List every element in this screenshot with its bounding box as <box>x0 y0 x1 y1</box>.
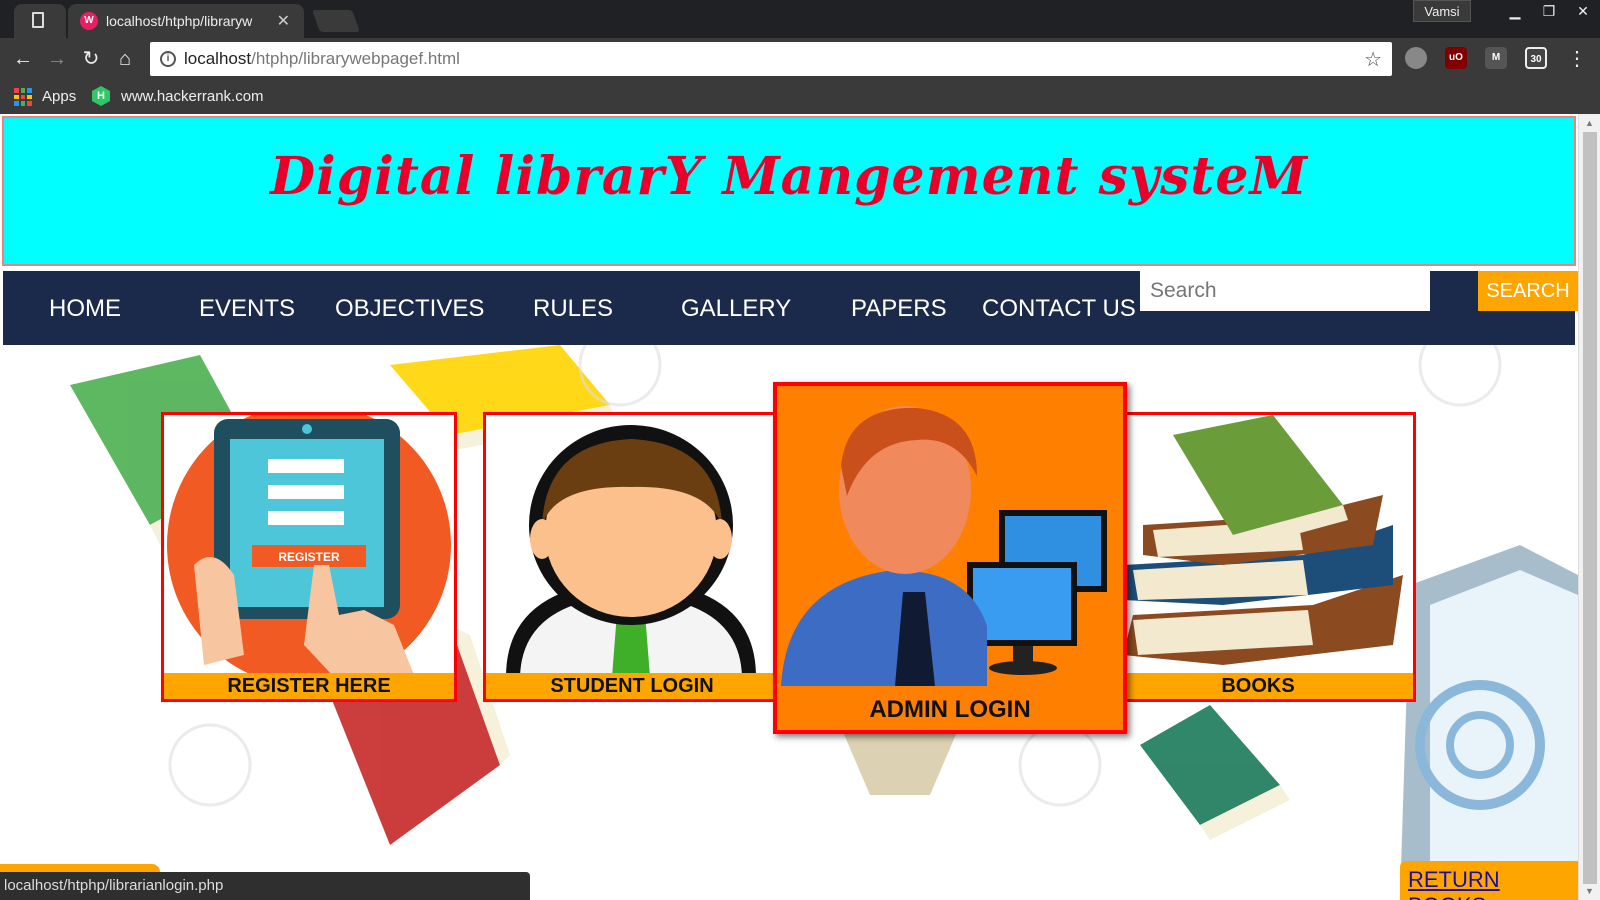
extension-cloud-icon[interactable] <box>1405 47 1427 69</box>
back-arrow-icon[interactable]: ← <box>10 46 36 72</box>
restore-icon[interactable]: ❐ <box>1532 0 1566 22</box>
bookmarks-bar: Apps H www.hackerrank.com <box>0 80 1600 114</box>
close-icon[interactable]: ✕ <box>277 11 290 31</box>
url-text: localhost/htphp/librarywebpagef.html <box>184 49 460 68</box>
nav-contact-us[interactable]: CONTACT US <box>982 295 1136 323</box>
window-controls: ▁ ❐ ✕ <box>1498 0 1600 22</box>
browser-tab-bar: W localhost/htphp/libraryw ✕ Vamsi ▁ ❐ ✕ <box>0 0 1600 38</box>
header-banner: Digital librarY Mangement systeM <box>2 116 1576 266</box>
books-caption: BOOKS <box>1103 673 1413 699</box>
document-icon <box>32 12 44 28</box>
main-nav: HOME EVENTS OBJECTIVES RULES GALLERY PAP… <box>3 271 1578 345</box>
scroll-thumb[interactable] <box>1583 132 1597 884</box>
tab-blank[interactable] <box>14 4 66 38</box>
nav-gallery[interactable]: GALLERY <box>681 295 791 323</box>
ublock-icon[interactable]: uO <box>1445 47 1467 69</box>
extension-badge-icon[interactable]: 30 <box>1525 47 1547 69</box>
status-bar-url: localhost/htphp/librarianlogin.php <box>0 872 530 900</box>
scroll-up-icon[interactable]: ▲ <box>1585 118 1594 128</box>
tab-active[interactable]: W localhost/htphp/libraryw ✕ <box>68 4 304 38</box>
page-scrollbar[interactable]: ▲ ▼ <box>1578 114 1600 900</box>
hackerrank-icon: H <box>92 86 110 106</box>
wamp-favicon-icon: W <box>80 12 98 30</box>
nav-objectives[interactable]: OBJECTIVES <box>335 295 484 323</box>
return-books-link[interactable]: RETURN BOOKS <box>1408 867 1578 900</box>
student-login-caption: STUDENT LOGIN <box>486 673 778 699</box>
nav-events[interactable]: EVENTS <box>199 295 295 323</box>
search-input[interactable] <box>1140 271 1430 311</box>
register-tablet-label: REGISTER <box>278 550 340 564</box>
nav-rules[interactable]: RULES <box>533 295 613 323</box>
new-tab-button[interactable] <box>311 10 361 32</box>
student-login-card[interactable]: STUDENT LOGIN <box>483 412 781 702</box>
site-title: Digital librarY Mangement systeM <box>269 146 1309 207</box>
return-books-button[interactable]: RETURN BOOKS <box>1400 861 1578 900</box>
shield-extension-icon[interactable]: M <box>1485 47 1507 69</box>
tab-title: localhost/htphp/libraryw <box>106 13 253 29</box>
student-avatar-icon <box>506 425 756 677</box>
bookmark-hackerrank[interactable]: www.hackerrank.com <box>121 88 264 105</box>
home-icon[interactable]: ⌂ <box>112 46 138 72</box>
scroll-down-icon[interactable]: ▼ <box>1585 886 1594 896</box>
menu-dots-icon[interactable]: ⋮ <box>1564 46 1590 72</box>
register-tablet-icon: REGISTER <box>167 415 451 687</box>
books-card[interactable]: BOOKS <box>1100 412 1416 702</box>
window-close-icon[interactable]: ✕ <box>1566 0 1600 22</box>
nav-papers[interactable]: PAPERS <box>851 295 947 323</box>
admin-login-card[interactable]: ADMIN LOGIN <box>773 382 1127 734</box>
star-icon[interactable]: ☆ <box>1364 47 1382 72</box>
web-page: Digital librarY Mangement systeM HOME EV… <box>0 114 1578 900</box>
bookmark-apps[interactable]: Apps <box>42 88 76 105</box>
register-caption: REGISTER HERE <box>164 673 454 699</box>
reload-icon[interactable]: ↻ <box>78 46 104 72</box>
admin-computer-icon <box>781 406 1107 686</box>
nav-home[interactable]: HOME <box>49 295 121 323</box>
browser-toolbar: ← → ↻ ⌂ i localhost/htphp/librarywebpage… <box>0 38 1600 80</box>
info-icon[interactable]: i <box>160 51 176 67</box>
register-card[interactable]: REGISTER REGISTER HERE <box>161 412 457 702</box>
books-stack-icon <box>1123 415 1403 665</box>
forward-arrow-icon[interactable]: → <box>44 46 70 72</box>
admin-login-caption: ADMIN LOGIN <box>869 696 1031 723</box>
minimize-icon[interactable]: ▁ <box>1498 0 1532 22</box>
search-button[interactable]: SEARCH <box>1478 271 1578 311</box>
apps-grid-icon <box>14 88 32 106</box>
address-bar[interactable]: i localhost/htphp/librarywebpagef.html ☆ <box>150 42 1392 76</box>
profile-button[interactable]: Vamsi <box>1413 0 1471 22</box>
